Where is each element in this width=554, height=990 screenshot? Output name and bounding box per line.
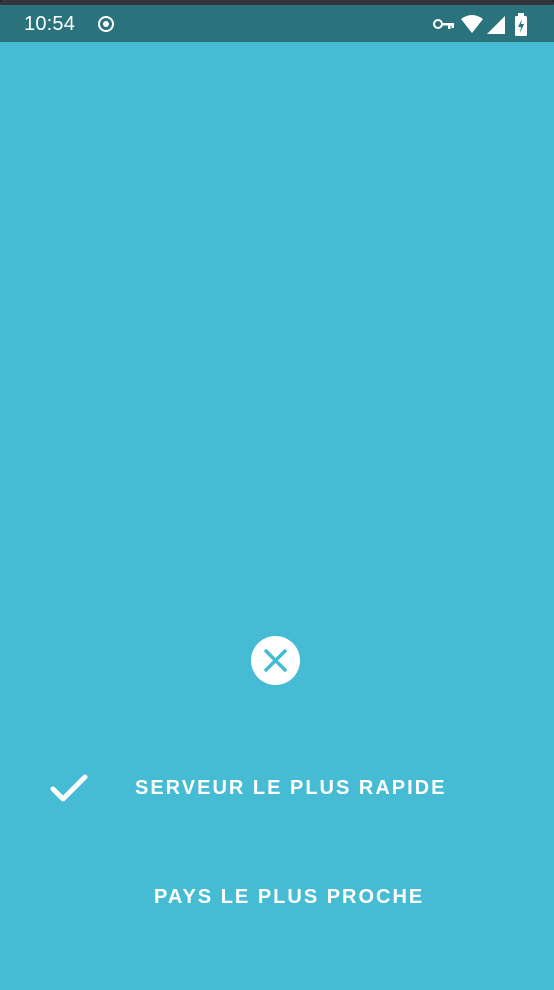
status-time: 10:54	[24, 13, 76, 35]
close-button[interactable]	[251, 636, 300, 685]
option-fastest-server[interactable]: SERVEUR LE PLUS RAPIDE	[0, 762, 554, 816]
record-icon	[97, 15, 115, 38]
close-icon	[264, 649, 287, 672]
battery-charging-icon	[514, 13, 528, 42]
status-bar: 10:54	[0, 0, 554, 42]
check-icon	[50, 774, 88, 809]
cell-signal-icon	[486, 15, 506, 40]
vpn-key-icon	[433, 17, 455, 36]
wifi-icon	[460, 14, 484, 39]
option-nearest-country-label: PAYS LE PLUS PROCHE	[154, 886, 425, 908]
screen: 10:54 SERVEUR LE PLUS RAPIDE PAYS LE PLU…	[0, 0, 554, 990]
option-fastest-server-label: SERVEUR LE PLUS RAPIDE	[135, 777, 447, 799]
option-nearest-country[interactable]: PAYS LE PLUS PROCHE	[0, 871, 554, 925]
